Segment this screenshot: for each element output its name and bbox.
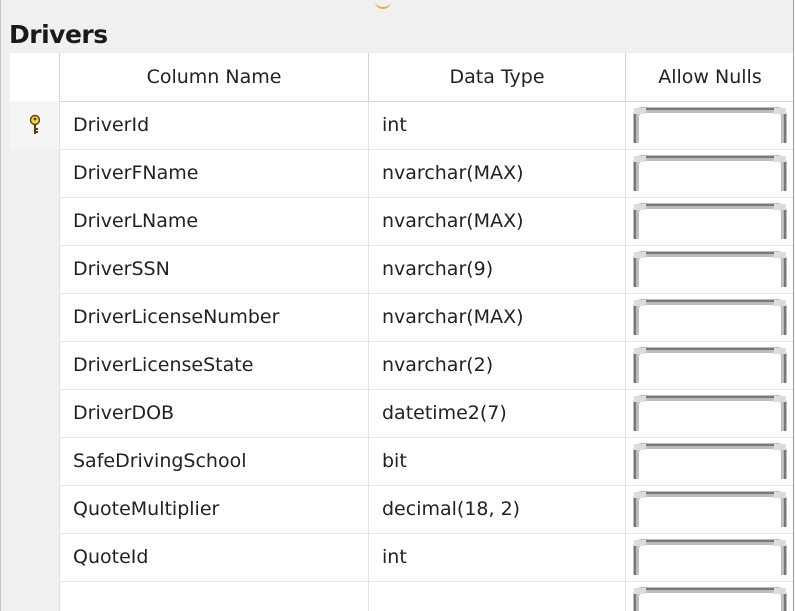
column-name-cell[interactable]: DriverSSN	[60, 245, 369, 293]
row-selector[interactable]	[10, 581, 60, 611]
row-selector[interactable]	[10, 389, 60, 437]
row-selector[interactable]	[10, 485, 60, 533]
data-type-cell[interactable]: decimal(18, 2)	[369, 485, 626, 533]
row-selector[interactable]	[10, 245, 60, 293]
data-type-cell[interactable]	[369, 581, 626, 611]
allow-nulls-checkbox[interactable]	[632, 587, 788, 611]
data-type-cell[interactable]: int	[369, 101, 626, 149]
table-row[interactable]: DriverLName nvarchar(MAX)	[10, 197, 793, 246]
column-name-cell[interactable]: QuoteMultiplier	[60, 485, 369, 533]
row-selector-header	[10, 53, 60, 101]
allow-nulls-checkbox[interactable]	[632, 443, 788, 479]
allow-nulls-checkbox[interactable]	[632, 491, 788, 527]
data-type-cell[interactable]: nvarchar(2)	[369, 341, 626, 389]
allow-nulls-checkbox[interactable]	[632, 347, 788, 383]
row-selector[interactable]	[10, 293, 60, 341]
allow-nulls-checkbox[interactable]	[632, 107, 788, 143]
table-title: Drivers	[9, 20, 108, 49]
row-selector[interactable]	[10, 533, 60, 581]
row-selector[interactable]	[10, 197, 60, 245]
allow-nulls-checkbox[interactable]	[632, 155, 788, 191]
data-type-cell[interactable]: bit	[369, 437, 626, 485]
row-selector[interactable]	[10, 149, 60, 197]
data-type-cell[interactable]: nvarchar(MAX)	[369, 293, 626, 341]
allow-nulls-checkbox[interactable]	[632, 299, 788, 335]
column-name-header: Column Name	[60, 53, 369, 101]
column-name-cell[interactable]: DriverLicenseNumber	[60, 293, 369, 341]
table-row[interactable]: DriverSSN nvarchar(9)	[10, 245, 793, 294]
table-row[interactable]: DriverId int	[10, 101, 793, 150]
column-name-cell[interactable]: DriverLName	[60, 197, 369, 245]
allow-nulls-checkbox[interactable]	[632, 203, 788, 239]
table-row[interactable]: SafeDrivingSchool bit	[10, 437, 793, 486]
table-designer-window: Drivers Column Name Data Type Allow Null…	[0, 0, 794, 611]
data-type-cell[interactable]: nvarchar(MAX)	[369, 149, 626, 197]
data-type-cell[interactable]: nvarchar(MAX)	[369, 197, 626, 245]
connector-mark	[375, 0, 391, 9]
table-row[interactable]: DriverDOB datetime2(7)	[10, 389, 793, 438]
table-row[interactable]: DriverLicenseNumber nvarchar(MAX)	[10, 293, 793, 342]
column-name-cell[interactable]: QuoteId	[60, 533, 369, 581]
allow-nulls-checkbox[interactable]	[632, 395, 788, 431]
column-name-cell[interactable]	[60, 581, 369, 611]
allow-nulls-checkbox[interactable]	[632, 539, 788, 575]
row-selector[interactable]	[10, 437, 60, 485]
table-row[interactable]: DriverLicenseState nvarchar(2)	[10, 341, 793, 390]
data-type-cell[interactable]: nvarchar(9)	[369, 245, 626, 293]
table-row[interactable]: QuoteId int	[10, 533, 793, 582]
data-type-header: Data Type	[369, 53, 626, 101]
grid-header: Column Name Data Type Allow Nulls	[10, 53, 793, 102]
column-name-cell[interactable]: DriverId	[60, 101, 369, 149]
table-row[interactable]	[10, 581, 793, 611]
table-row[interactable]: QuoteMultiplier decimal(18, 2)	[10, 485, 793, 534]
column-name-cell[interactable]: DriverLicenseState	[60, 341, 369, 389]
allow-nulls-header: Allow Nulls	[658, 66, 762, 88]
column-name-cell[interactable]: DriverDOB	[60, 389, 369, 437]
row-selector[interactable]	[10, 341, 60, 389]
column-grid: Column Name Data Type Allow Nulls Driver…	[10, 53, 793, 611]
allow-nulls-checkbox[interactable]	[632, 251, 788, 287]
column-name-cell[interactable]: DriverFName	[60, 149, 369, 197]
data-type-cell[interactable]: datetime2(7)	[369, 389, 626, 437]
row-selector[interactable]	[10, 101, 60, 149]
table-row[interactable]: DriverFName nvarchar(MAX)	[10, 149, 793, 198]
column-name-cell[interactable]: SafeDrivingSchool	[60, 437, 369, 485]
key-icon	[27, 114, 43, 140]
data-type-cell[interactable]: int	[369, 533, 626, 581]
